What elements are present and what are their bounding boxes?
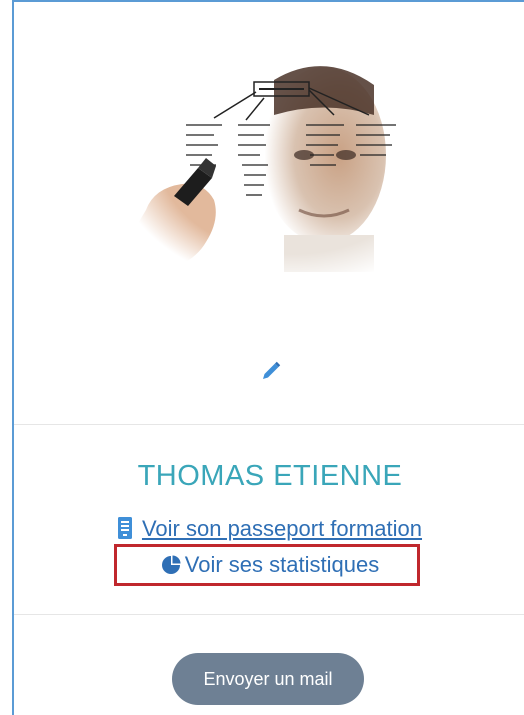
send-mail-button[interactable]: Envoyer un mail [172,653,364,705]
passport-link[interactable]: Voir son passeport formation [117,516,423,541]
divider-bottom [14,614,524,615]
profile-photo [134,60,424,272]
user-name: THOMAS ETIENNE [137,460,403,492]
profile-card: THOMAS ETIENNE Voir son passeport format… [12,0,524,715]
document-icon [117,517,132,539]
passport-link-label: Voir son passeport formation [141,516,423,541]
pencil-icon[interactable] [260,360,282,382]
divider-top [14,424,524,425]
highlight-box [114,544,420,586]
passport-link-row: Voir son passeport formation [14,516,524,542]
profile-photo-image [134,60,424,272]
